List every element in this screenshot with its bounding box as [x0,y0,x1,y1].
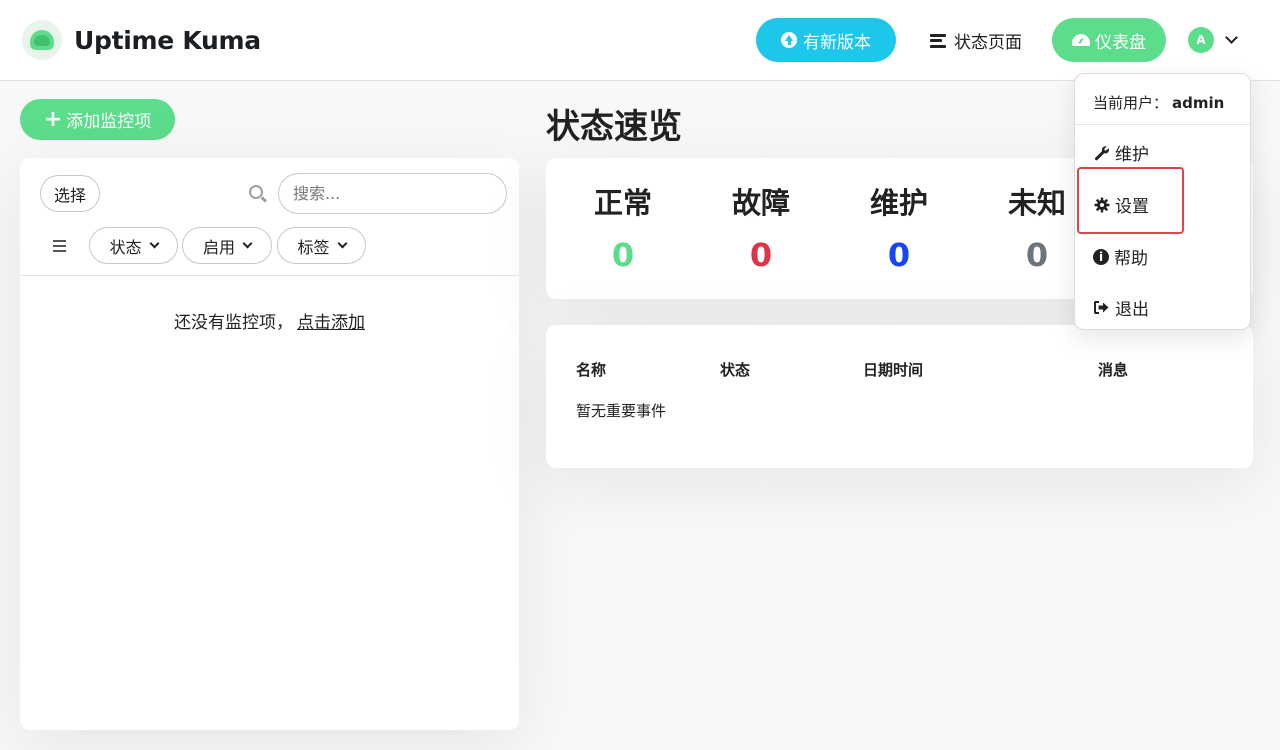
add-monitor-button[interactable]: + 添加监控项 [20,99,175,140]
active-filter-dropdown[interactable]: 启用 [182,227,272,264]
no-events-text: 暂无重要事件 [576,402,667,420]
logout-icon [1093,300,1110,315]
tachometer-icon [1072,34,1090,46]
current-user: 当前用户： admin [1093,92,1224,113]
current-user-label: 当前用户： [1093,94,1169,112]
uptime-kuma-logo-icon [22,20,62,60]
search-icon [249,185,263,199]
top-navbar: Uptime Kuma 有新版本 状态页面 仪表盘 A [0,0,1280,81]
stat-unknown-value: 0 [1025,236,1049,274]
column-header-name: 名称 [576,361,607,379]
add-monitor-label: 添加监控项 [66,112,152,132]
status-filter-label: 状态 [109,237,142,257]
plus-icon: + [43,106,63,132]
status-page-link[interactable]: 状态页面 [930,28,1022,53]
important-events-card: 名称 状态 日期时间 消息 暂无重要事件 [546,325,1253,468]
column-header-status: 状态 [720,361,751,379]
filter-list-icon[interactable] [53,240,66,252]
stat-up: 正常 0 [573,180,673,274]
column-header-message: 消息 [1098,361,1129,379]
menu-item-maintenance-label: 维护 [1115,145,1149,165]
add-monitor-link[interactable]: 点击添加 [297,313,365,333]
menu-item-maintenance[interactable]: 维护 [1093,140,1149,165]
stream-list-icon [930,33,948,49]
arrow-up-circle-icon [781,32,797,48]
stat-maintenance-label: 维护 [869,186,928,220]
empty-monitor-message: 还没有监控项， 点击添加 [20,308,519,333]
app-title: Uptime Kuma [74,25,261,55]
current-username: admin [1172,94,1225,112]
stat-maintenance: 维护 0 [849,180,949,274]
active-filter-label: 启用 [202,237,235,257]
stat-down: 故障 0 [711,180,811,274]
chevron-down-icon [242,238,253,249]
stat-unknown: 未知 0 [987,180,1087,274]
tags-filter-dropdown[interactable]: 标签 [277,227,366,264]
stat-down-value: 0 [749,236,773,274]
page-title: 状态速览 [546,107,682,147]
chevron-down-icon[interactable] [1225,31,1238,44]
select-button[interactable]: 选择 [40,175,100,212]
empty-monitor-text: 还没有监控项， [174,313,293,333]
tags-filter-label: 标签 [297,237,330,257]
new-version-label: 有新版本 [803,32,871,53]
chevron-down-icon [337,238,347,249]
stat-unknown-label: 未知 [1007,186,1066,220]
wrench-icon [1093,145,1110,161]
new-version-button[interactable]: 有新版本 [756,18,896,62]
stat-down-label: 故障 [731,186,790,220]
menu-item-logout[interactable]: 退出 [1093,295,1149,320]
status-filter-dropdown[interactable]: 状态 [89,227,178,264]
stat-maintenance-value: 0 [887,236,911,274]
menu-item-help[interactable]: i 帮助 [1093,244,1148,269]
chevron-down-icon [149,238,159,249]
stat-up-label: 正常 [593,186,652,220]
dropdown-divider [1075,124,1250,125]
user-avatar[interactable]: A [1188,27,1214,53]
dashboard-button[interactable]: 仪表盘 [1052,18,1166,62]
brand[interactable]: Uptime Kuma [22,20,261,60]
menu-item-help-label: 帮助 [1114,249,1148,269]
column-header-datetime: 日期时间 [863,361,924,379]
divider [20,275,519,276]
settings-highlight-box [1077,167,1184,234]
dashboard-label: 仪表盘 [1095,32,1146,53]
monitor-list-panel: 选择 状态 启用 标签 还没有监控项，点击添加 [20,158,519,730]
menu-item-logout-label: 退出 [1115,300,1149,320]
info-icon: i [1093,248,1109,265]
status-page-label: 状态页面 [954,33,1022,53]
stat-up-value: 0 [611,236,635,274]
search-input[interactable] [278,173,507,214]
